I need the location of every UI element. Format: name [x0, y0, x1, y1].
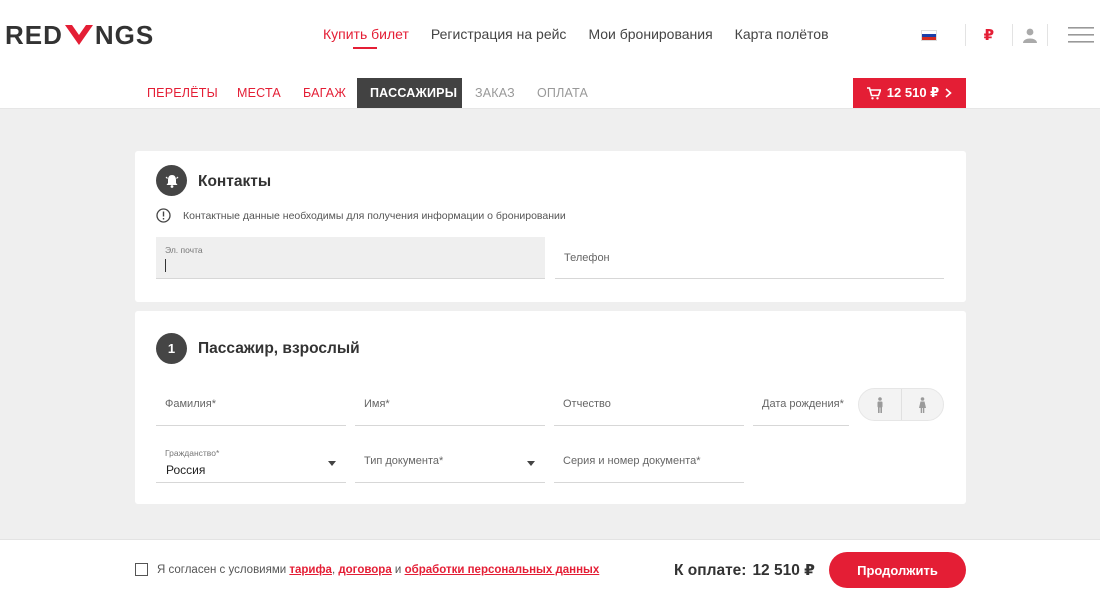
document-number-label: Серия и номер документа* [563, 455, 701, 467]
surname-field[interactable]: Фамилия* [156, 383, 346, 426]
agree-and: и [394, 563, 402, 576]
birthdate-field[interactable]: Дата рождения* [753, 383, 849, 426]
divider [1047, 24, 1048, 46]
nav-check-in[interactable]: Регистрация на рейс [431, 26, 567, 42]
gender-toggle [858, 388, 944, 421]
cart-button[interactable]: 12 510 ₽ [853, 78, 966, 108]
contacts-note: Контактные данные необходимы для получен… [156, 208, 566, 223]
contacts-title: Контакты [198, 173, 272, 190]
total-amount: 12 510 ₽ [752, 562, 815, 579]
chevron-down-icon [328, 461, 336, 466]
divider [1012, 24, 1013, 46]
nav-flight-map[interactable]: Карта полётов [735, 26, 829, 42]
name-label: Имя* [364, 398, 390, 410]
nav-buy-ticket[interactable]: Купить билет [323, 26, 409, 49]
chevron-right-icon [945, 88, 952, 98]
redwings-logo[interactable]: RED NGS [5, 20, 154, 50]
russia-flag-icon[interactable] [920, 29, 937, 41]
step-seats[interactable]: МЕСТА [224, 78, 294, 108]
birthdate-label: Дата рождения* [762, 398, 844, 410]
email-label: Эл. почта [165, 245, 203, 255]
divider [964, 24, 966, 46]
site-header: RED NGS Купить билет Регистрация на рейс… [0, 0, 1100, 78]
phone-field[interactable]: Телефон [555, 237, 944, 279]
male-icon[interactable] [859, 389, 902, 420]
patronymic-label: Отчество [563, 398, 611, 410]
passenger-title: Пассажир, взрослый [198, 340, 360, 357]
step-flights[interactable]: ПЕРЕЛЁТЫ [134, 78, 231, 108]
user-icon[interactable] [1023, 28, 1037, 43]
currency-selector[interactable]: ₽ [984, 26, 994, 44]
cart-total: 12 510 ₽ [886, 85, 940, 100]
email-field[interactable]: Эл. почта [156, 237, 545, 279]
bell-icon [156, 165, 187, 196]
contract-link[interactable]: договора [338, 564, 391, 576]
checkout-footer: Я согласен с условиями тарифа, договора … [0, 539, 1100, 595]
agree-checkbox[interactable] [135, 563, 148, 576]
logo-text-left: RED [5, 19, 63, 50]
agree-text: Я согласен с условиями [157, 563, 287, 576]
personal-data-link[interactable]: обработки персональных данных [405, 564, 600, 576]
document-type-label: Тип документа* [364, 455, 444, 467]
cart-icon [866, 86, 881, 99]
passenger-number-badge: 1 [156, 333, 187, 364]
contacts-card: Контакты Контактные данные необходимы дл… [135, 151, 966, 302]
name-field[interactable]: Имя* [355, 383, 545, 426]
header-tools: ₽ [920, 20, 1094, 50]
step-order: ЗАКАЗ [475, 86, 515, 100]
logo-text-right: NGS [94, 19, 155, 50]
nav-my-bookings[interactable]: Мои бронирования [588, 26, 712, 42]
contacts-note-text: Контактные данные необходимы для получен… [183, 209, 566, 222]
citizenship-select[interactable]: Гражданство* Россия [156, 440, 346, 483]
document-number-field[interactable]: Серия и номер документа* [554, 440, 744, 483]
tariff-link[interactable]: тарифа [289, 564, 332, 576]
patronymic-field[interactable]: Отчество [554, 383, 744, 426]
citizenship-value: Россия [166, 463, 206, 477]
citizenship-label: Гражданство* [165, 448, 220, 458]
step-passengers[interactable]: ПАССАЖИРЫ [357, 78, 462, 108]
booking-steps: ПЕРЕЛЁТЫ МЕСТА БАГАЖ ПАССАЖИРЫ ЗАКАЗ ОПЛ… [0, 78, 1100, 109]
total-label: К оплате: [674, 562, 747, 579]
document-type-select[interactable]: Тип документа* [355, 440, 545, 483]
chevron-down-icon [527, 461, 535, 466]
agree-comma: , [331, 563, 336, 576]
main-nav: Купить билет Регистрация на рейс Мои бро… [323, 26, 829, 49]
text-cursor [165, 259, 166, 272]
menu-icon[interactable] [1068, 26, 1094, 44]
female-icon[interactable] [902, 389, 944, 420]
wing-heart-icon [64, 25, 93, 45]
total-to-pay: К оплате: 12 510 ₽ [674, 561, 815, 580]
info-icon [156, 208, 171, 223]
surname-label: Фамилия* [165, 398, 216, 410]
passenger-card: 1 Пассажир, взрослый Фамилия* Имя* Отчес… [135, 311, 966, 504]
agreement: Я согласен с условиями тарифа, договора … [135, 563, 599, 576]
phone-label: Телефон [564, 252, 610, 264]
step-baggage[interactable]: БАГАЖ [290, 78, 359, 108]
step-payment: ОПЛАТА [537, 86, 589, 100]
continue-button[interactable]: Продолжить [829, 552, 966, 588]
